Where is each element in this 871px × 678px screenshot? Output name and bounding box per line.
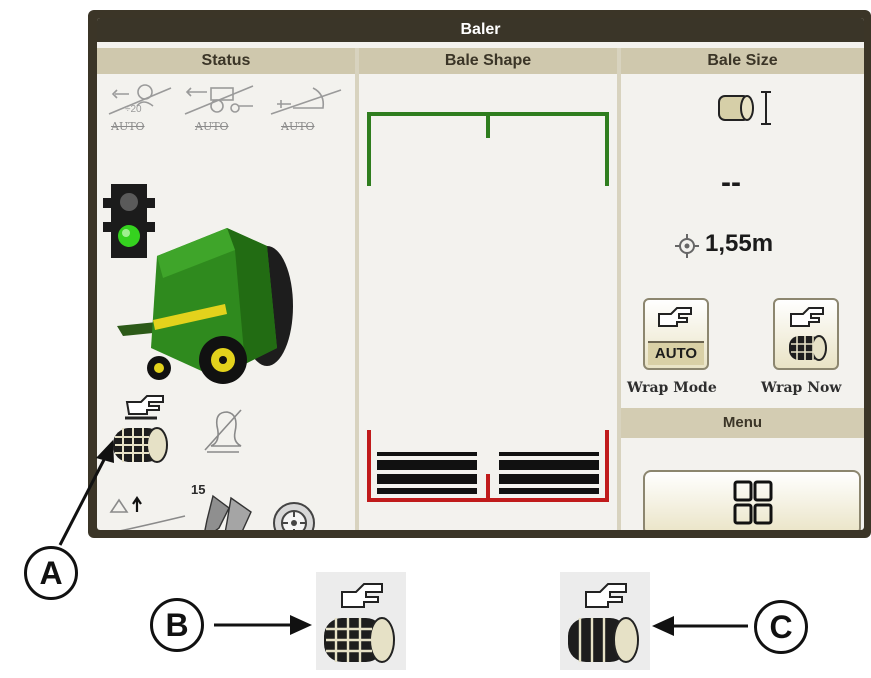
callout-arrows: [58, 440, 748, 636]
wrap-icon-c: [560, 572, 650, 670]
wrap-icon-b: [316, 572, 406, 670]
callout-c: C: [754, 600, 808, 654]
callout-a: A: [24, 546, 78, 600]
callout-b: B: [150, 598, 204, 652]
